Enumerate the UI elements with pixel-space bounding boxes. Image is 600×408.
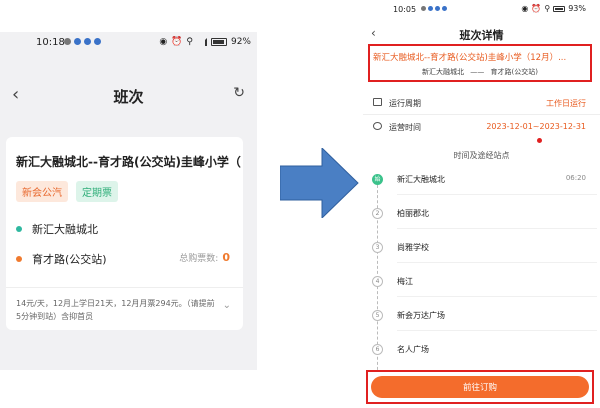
price-note: 14元/天，12月上学日21天，12月月票294元。（请提前5分钟到站）含抑首员: [16, 299, 215, 321]
route-to: 育才路(公交站): [490, 68, 538, 76]
battery-percent: 93%: [568, 4, 586, 13]
system-icons: ◉ ⏰ ⚲ 92%: [159, 37, 251, 47]
system-icons: ◉ ⏰ ⚲ 93%: [521, 4, 586, 13]
timeline-header: 时间及途经站点: [453, 151, 510, 160]
origin-stop: 新汇大融城北: [16, 221, 236, 237]
route-summary: 新汇大融城北--育才路(公交站)圭峰小学（12月）... 新汇大融城北 —— 育…: [368, 44, 592, 82]
route-title: 新汇大融城北--育才路(公交站)圭峰小学（12月…: [16, 155, 241, 169]
stop-name: 梅江: [397, 277, 413, 286]
nav-header: ‹ 班次 ↻: [0, 82, 257, 112]
battery-icon: [553, 5, 566, 12]
stop-number: 5: [372, 310, 383, 321]
notification-icons: [64, 38, 101, 45]
status-bar: 10:05 ◉ ⏰ ⚲ 93%: [363, 0, 600, 18]
stop-item: 3 尚雅学校: [363, 236, 600, 270]
nav-header: ‹ 班次详情: [363, 26, 600, 44]
schedule-detail-screen: 10:05 ◉ ⏰ ⚲ 93% ‹ 班次详情 新汇大融城北--育才路(公交站)圭…: [363, 0, 600, 408]
stop-number: 始: [372, 174, 383, 185]
calendar-icon: [373, 98, 382, 106]
stop-item: 4 梅江: [363, 270, 600, 304]
run-period-row: 运行周期 工作日运行: [363, 90, 600, 114]
battery-percent: 92%: [230, 37, 251, 47]
stop-name: 尚雅学校: [397, 243, 429, 252]
location-icon: ⚲: [186, 37, 193, 47]
notification-icons: [421, 6, 447, 11]
order-button[interactable]: 前往订购: [371, 376, 589, 398]
app-notification-icon: [74, 38, 81, 45]
page-title: 班次详情: [459, 29, 504, 42]
stop-name: 新汇大融城北: [397, 175, 445, 184]
eye-icon: ◉: [521, 4, 529, 13]
hourglass-icon: [64, 38, 71, 45]
stop-item: 5 新会万达广场: [363, 304, 600, 338]
operator-tag: 新会公汽: [16, 181, 68, 202]
divider: [397, 194, 597, 195]
operating-time-value: 2023-12-01~2023-12-31: [486, 122, 586, 131]
destination-dot-icon: [16, 256, 22, 262]
route-from: 新汇大融城北: [422, 68, 465, 76]
operating-time-row: 运营时间 2023-12-01~2023-12-31: [363, 114, 600, 138]
route-dash: ——: [470, 68, 485, 76]
total-value: 0: [222, 251, 230, 264]
route-title: 新汇大融城北--育才路(公交站)圭峰小学（12月）...: [373, 53, 567, 63]
clock-icon: [373, 122, 382, 130]
app-notification-icon: [94, 38, 101, 45]
run-period-label: 运行周期: [389, 99, 421, 108]
app-notification-icon: [428, 6, 433, 11]
route-stops: 新汇大融城北 育才路(公交站) 总购票数: 0: [16, 221, 236, 267]
alarm-icon: ⏰: [171, 37, 183, 47]
stop-number: 6: [372, 344, 383, 355]
stop-item: 2 柏丽郡北: [363, 202, 600, 236]
status-time: 10:05: [393, 5, 417, 14]
chevron-down-icon[interactable]: ⌄: [223, 300, 231, 311]
ticket-type-tag: 定期票: [76, 181, 118, 202]
route-endpoints: 新汇大融城北 —— 育才路(公交站): [370, 67, 590, 77]
origin-name: 新汇大融城北: [32, 223, 98, 236]
right-arrow-icon: [280, 148, 359, 218]
stop-item: 6 名人广场: [363, 338, 600, 372]
status-time: 10:18: [36, 37, 65, 48]
divider: [397, 228, 597, 229]
schedule-list-screen: 10:18 ◉ ⏰ ⚲ 92% ‹ 班次 ↻ 新汇大融城北--育才路(公交站)圭: [0, 32, 257, 370]
comparison-screenshot: 10:18 ◉ ⏰ ⚲ 92% ‹ 班次 ↻ 新汇大融城北--育才路(公交站)圭: [0, 0, 600, 408]
eye-icon: ◉: [159, 37, 168, 47]
stop-number: 3: [372, 242, 383, 253]
status-bar: 10:18 ◉ ⏰ ⚲ 92%: [0, 32, 257, 54]
total-tickets: 总购票数: 0: [179, 251, 230, 264]
origin-dot-icon: [16, 226, 22, 232]
page-title: 班次: [113, 88, 144, 106]
divider: [397, 330, 597, 331]
stop-item: 始 新汇大融城北 06:20: [363, 168, 600, 202]
app-notification-icon: [442, 6, 447, 11]
scroll-marker: [537, 138, 542, 143]
operating-time-label: 运营时间: [389, 123, 421, 132]
battery-icon: [210, 38, 227, 46]
alarm-icon: ⏰: [531, 4, 542, 13]
divider: [397, 262, 597, 263]
destination-name: 育才路(公交站): [32, 253, 107, 266]
hourglass-icon: [421, 6, 426, 11]
stop-time: 06:20: [565, 174, 586, 182]
destination-stop: 育才路(公交站) 总购票数: 0: [16, 251, 236, 267]
run-period-value: 工作日运行: [546, 99, 586, 108]
app-notification-icon: [435, 6, 440, 11]
stop-name: 新会万达广场: [397, 311, 445, 320]
divider: [397, 296, 597, 297]
location-icon: ⚲: [544, 4, 551, 13]
order-button-highlight: 前往订购: [366, 370, 594, 404]
stop-number: 4: [372, 276, 383, 287]
signal-icon: [197, 38, 207, 46]
app-notification-icon: [84, 38, 91, 45]
schedule-card[interactable]: 新汇大融城北--育才路(公交站)圭峰小学（12月… 新会公汽 定期票 新汇大融城…: [6, 137, 243, 330]
stop-name: 名人广场: [397, 345, 429, 354]
tag-list: 新会公汽 定期票: [16, 181, 118, 202]
stop-name: 柏丽郡北: [397, 209, 429, 218]
divider: [6, 287, 243, 288]
stop-number: 2: [372, 208, 383, 219]
total-label: 总购票数:: [179, 254, 219, 264]
refresh-icon[interactable]: ↻: [233, 85, 245, 101]
